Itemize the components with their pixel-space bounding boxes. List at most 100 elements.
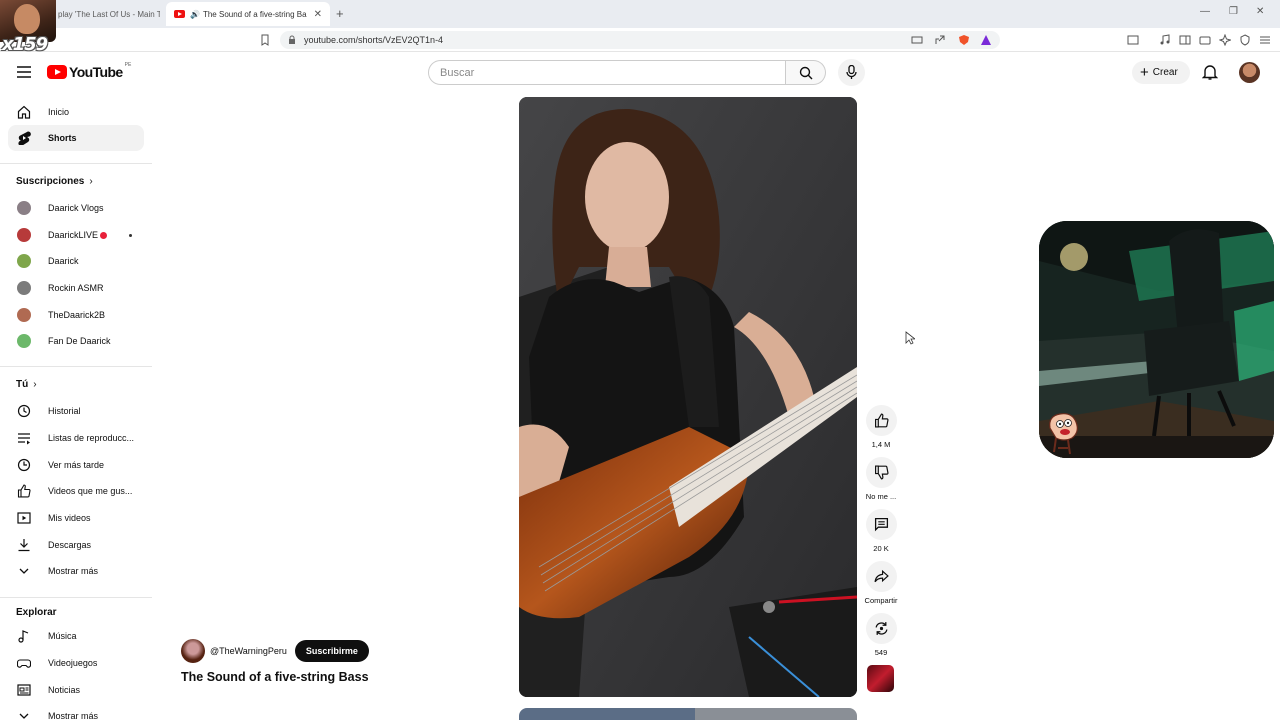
sidebar-item-show-more[interactable]: Mostrar más	[8, 558, 144, 584]
rewards-icon[interactable]	[980, 34, 992, 46]
sidebar-item-gaming[interactable]: Videojuegos	[8, 650, 144, 676]
channel-name-wrap: DaarickLIVE	[48, 230, 108, 240]
channel-handle[interactable]: @TheWarningPeru	[210, 646, 287, 656]
sidebar-item-liked-videos[interactable]: Videos que me gus...	[8, 478, 144, 504]
channel-avatar[interactable]	[181, 639, 205, 663]
share-label: Compartir	[864, 596, 898, 605]
sidebar-item-label: Videojuegos	[48, 658, 98, 668]
channel-name: Daarick	[48, 256, 79, 266]
channel-avatar	[17, 334, 31, 348]
sidebar-item-label: Listas de reproducc...	[48, 433, 135, 443]
dislike-button[interactable]	[865, 457, 897, 488]
sidebar-item-watch-later[interactable]: Ver más tarde	[8, 452, 144, 478]
sidebar-item-inicio[interactable]: Inicio	[8, 99, 144, 125]
live-indicator-icon	[100, 232, 108, 239]
extensions-icon[interactable]	[1127, 34, 1139, 46]
download-icon	[18, 539, 30, 552]
search-button[interactable]	[786, 60, 826, 85]
cast-icon[interactable]	[911, 34, 923, 46]
share-button[interactable]	[865, 561, 897, 592]
subscription-item[interactable]: Daarick Vlogs	[8, 195, 144, 221]
menu-icon[interactable]	[17, 66, 31, 78]
short-title[interactable]: The Sound of a five-string Bass	[181, 670, 369, 684]
speaker-icon: 🔊	[190, 9, 200, 19]
youtube-favicon-icon	[174, 10, 185, 18]
wallet-icon[interactable]	[1199, 34, 1211, 46]
gaming-icon	[17, 659, 31, 668]
youtube-logo-icon	[47, 65, 67, 79]
sidebar-item-historial[interactable]: Historial	[8, 398, 144, 424]
brave-shield-icon[interactable]	[958, 34, 970, 46]
voice-search-button[interactable]	[838, 59, 865, 86]
sidebar-item-show-more-explore[interactable]: Mostrar más	[8, 703, 144, 720]
dislike-action: No me ...	[864, 457, 898, 501]
home-icon	[17, 105, 31, 119]
search-input[interactable]: Buscar	[428, 60, 786, 85]
dislike-label: No me ...	[865, 492, 897, 501]
you-heading[interactable]: Tú ›	[16, 379, 37, 390]
minimize-icon[interactable]: —	[1200, 6, 1210, 17]
next-short-preview[interactable]	[519, 708, 857, 720]
sidebar-item-label: Historial	[48, 406, 81, 416]
new-tab-button[interactable]: +	[336, 6, 344, 21]
subscriptions-title: Suscripciones	[16, 176, 85, 187]
browser-tab-bar: play 'The Last Of Us - Main T 🔊 The Soun…	[0, 0, 1280, 28]
comments-action: 20 K	[864, 509, 898, 553]
sidebar-item-my-videos[interactable]: Mis videos	[8, 505, 144, 531]
url-field[interactable]: youtube.com/shorts/VzEV2QT1n-4	[280, 31, 1000, 49]
close-window-icon[interactable]: ✕	[1256, 6, 1264, 17]
short-channel-row: @TheWarningPeru Suscribirme	[181, 639, 369, 663]
channel-avatar	[17, 201, 31, 215]
browser-menu-icon[interactable]	[1259, 34, 1271, 46]
sidebar-icon[interactable]	[1179, 34, 1191, 46]
thumbs-up-icon	[874, 413, 889, 428]
shorts-video-player[interactable]	[519, 97, 857, 697]
vpn-icon[interactable]	[1239, 34, 1251, 46]
channel-name: DaarickLIVE	[48, 230, 99, 240]
subscriptions-heading[interactable]: Suscripciones ›	[16, 176, 93, 187]
account-avatar[interactable]	[1239, 62, 1260, 83]
mouse-cursor-icon	[905, 331, 915, 345]
close-tab-icon[interactable]: ✕	[314, 9, 322, 20]
leo-ai-icon[interactable]	[1219, 34, 1231, 46]
subscription-item[interactable]: Daarick	[8, 248, 144, 274]
subscription-item[interactable]: DaarickLIVE	[8, 222, 144, 248]
subscribe-button[interactable]: Suscribirme	[294, 640, 369, 662]
sidebar-item-downloads[interactable]: Descargas	[8, 532, 144, 558]
screen: play 'The Last Of Us - Main T 🔊 The Soun…	[0, 0, 1280, 720]
like-button[interactable]	[865, 405, 897, 436]
browser-tab-active[interactable]: 🔊 The Sound of a five-string Ba ✕	[166, 2, 330, 26]
youtube-logo[interactable]: YouTube PE	[47, 62, 131, 80]
subscription-item[interactable]: TheDaarick2B	[8, 302, 144, 328]
sidebar-item-label: Mostrar más	[48, 711, 99, 720]
sidebar-item-label: Ver más tarde	[48, 460, 105, 470]
microphone-icon	[846, 65, 857, 79]
url-text: youtube.com/shorts/VzEV2QT1n-4	[304, 35, 444, 45]
share-page-icon[interactable]	[934, 34, 946, 46]
subscription-item[interactable]: Rockin ASMR	[8, 275, 144, 301]
my-videos-icon	[17, 512, 31, 524]
sidebar-item-news[interactable]: Noticias	[8, 677, 144, 703]
channel-name: TheDaarick2B	[48, 310, 106, 320]
bookmark-icon[interactable]	[259, 34, 271, 46]
playlist-icon	[18, 433, 30, 445]
sidebar-item-label: Videos que me gus...	[48, 486, 133, 496]
like-action: 1,4 M	[864, 405, 898, 449]
comments-button[interactable]	[865, 509, 897, 540]
sidebar-item-music[interactable]: Música	[8, 623, 144, 649]
subscription-item[interactable]: Fan De Daarick	[8, 328, 144, 354]
audio-source-thumbnail[interactable]	[867, 665, 894, 692]
media-control-icon[interactable]	[1159, 34, 1171, 46]
sidebar-item-label: Inicio	[48, 107, 70, 117]
new-content-dot	[129, 234, 132, 237]
remix-button[interactable]	[865, 613, 897, 644]
sidebar-item-playlists[interactable]: Listas de reproducc...	[8, 425, 144, 451]
browser-tab-last-of-us[interactable]: play 'The Last Of Us - Main T	[50, 2, 160, 26]
notifications-bell-icon[interactable]	[1202, 64, 1218, 81]
remix-count: 549	[874, 648, 888, 657]
restore-icon[interactable]: ❐	[1229, 6, 1238, 17]
create-button[interactable]: + Crear	[1132, 61, 1190, 84]
site-info-icon[interactable]	[288, 35, 296, 44]
sidebar-divider	[0, 163, 152, 164]
sidebar-item-shorts[interactable]: Shorts	[8, 125, 144, 151]
